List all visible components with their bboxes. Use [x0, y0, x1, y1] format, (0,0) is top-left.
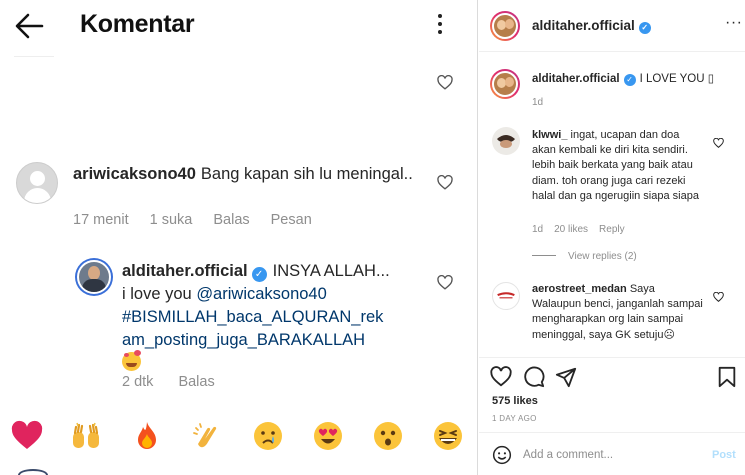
- raising-hands-icon[interactable]: [70, 420, 102, 452]
- like-heart-icon[interactable]: [437, 275, 453, 290]
- emoji-reaction-bar: [0, 406, 477, 466]
- caption: alditaher.official ✓ I LOVE YOU ▯: [532, 72, 732, 86]
- message-button[interactable]: Pesan: [271, 212, 312, 228]
- comment-text: klwwi_ ingat, ucapan dan doa akan kembal…: [532, 128, 704, 204]
- likes-count[interactable]: 575 likes: [492, 395, 538, 407]
- caption-time: 1d: [532, 97, 544, 108]
- post-author-name[interactable]: alditaher.official: [532, 18, 635, 33]
- smiling-face-with-hearts-icon: [122, 350, 141, 371]
- view-replies-label[interactable]: View replies (2): [568, 251, 637, 262]
- comments-screen: Komentar ariwicaksono40 Bang kapan sih lu…: [0, 0, 478, 475]
- crying-face-icon[interactable]: [252, 420, 284, 452]
- divider: [479, 357, 745, 358]
- divider: [479, 432, 745, 433]
- heart-eyes-face-icon[interactable]: [312, 420, 344, 452]
- avatar[interactable]: [492, 127, 520, 155]
- verified-badge-icon: ✓: [638, 22, 651, 34]
- emoji-smile-icon[interactable]: [492, 445, 512, 465]
- share-plane-icon[interactable]: [555, 366, 577, 388]
- red-heart-icon[interactable]: [11, 420, 43, 452]
- comment-time: 2 dtk: [122, 374, 154, 390]
- avatar[interactable]: [492, 282, 520, 310]
- avatar: [18, 469, 48, 475]
- avatar[interactable]: [75, 258, 113, 296]
- clapping-hands-icon[interactable]: [191, 420, 223, 452]
- post-author[interactable]: alditaher.official ✓: [532, 18, 651, 34]
- comment-body: Bang kapan sih lu meningal..: [200, 165, 413, 183]
- comment-username[interactable]: klwwi_: [532, 129, 567, 141]
- comment-meta: 17 menit 1 suka Balas Pesan: [73, 212, 333, 228]
- comment-likes[interactable]: 20 likes: [554, 224, 588, 235]
- comment-username[interactable]: ariwicaksono40: [73, 165, 196, 183]
- more-options-icon[interactable]: ···: [725, 15, 742, 31]
- like-heart-icon[interactable]: [490, 366, 512, 388]
- caption-username[interactable]: alditaher.official: [532, 73, 620, 85]
- comment-likes[interactable]: 1 suka: [150, 212, 193, 228]
- view-replies-button[interactable]: View replies (2): [532, 251, 637, 262]
- comment-time: 17 menit: [73, 212, 129, 228]
- mention-link[interactable]: @ariwicaksono40: [196, 285, 326, 303]
- caption-text: I LOVE YOU ▯: [639, 73, 715, 85]
- comment-body-intro: INSYA ALLAH...: [272, 262, 390, 280]
- comments-header: Komentar: [0, 0, 477, 52]
- hashtag-link-continued[interactable]: am_posting_juga_BARAKALLAH: [122, 331, 365, 349]
- grinning-squinting-face-icon[interactable]: [432, 420, 464, 452]
- like-heart-icon[interactable]: [713, 289, 724, 302]
- avatar[interactable]: [16, 162, 58, 204]
- avatar[interactable]: [490, 69, 520, 99]
- reply-button[interactable]: Reply: [599, 224, 625, 235]
- page-title: Komentar: [80, 10, 195, 38]
- divider: [14, 56, 54, 57]
- reply-button[interactable]: Balas: [213, 212, 249, 228]
- comment-body-love: i love you: [122, 285, 192, 303]
- avatar[interactable]: [490, 11, 520, 41]
- post-date: 1 DAY AGO: [492, 414, 537, 423]
- comment-time: 1d: [532, 224, 544, 235]
- comment-text: alditaher.official ✓ INSYA ALLAH... i love…: [122, 260, 422, 375]
- comment-meta: 2 dtk Balas: [122, 374, 236, 390]
- post-button[interactable]: Post: [712, 449, 736, 461]
- post-header: alditaher.official ✓ ···: [479, 0, 745, 52]
- post-sidebar: alditaher.official ✓ ··· alditaher.offici…: [479, 0, 745, 475]
- comment-text: ariwicaksono40 Bang kapan sih lu meningal…: [73, 162, 413, 186]
- hashtag-link[interactable]: #BISMILLAH_baca_ALQURAN_rek: [122, 308, 383, 326]
- like-heart-icon[interactable]: [437, 75, 453, 90]
- comment-username[interactable]: aerostreet_medan: [532, 283, 627, 295]
- more-options-icon[interactable]: [432, 12, 448, 38]
- reply-button[interactable]: Balas: [178, 374, 214, 390]
- back-arrow-icon[interactable]: [14, 12, 44, 40]
- add-comment-input[interactable]: [523, 444, 703, 466]
- comment-bubble-icon[interactable]: [523, 366, 545, 388]
- like-heart-icon[interactable]: [437, 175, 453, 190]
- verified-badge-icon: ✓: [251, 267, 267, 282]
- astonished-face-icon[interactable]: [372, 420, 404, 452]
- verified-badge-icon: ✓: [623, 74, 636, 86]
- comment-meta: 1d 20 likes Reply: [532, 224, 636, 235]
- comment-username[interactable]: alditaher.official: [122, 262, 248, 280]
- comment-text: aerostreet_medan Saya Walaupun benci, ja…: [532, 282, 704, 343]
- save-bookmark-icon[interactable]: [716, 366, 738, 388]
- fire-icon[interactable]: [131, 420, 163, 452]
- like-heart-icon[interactable]: [713, 135, 724, 148]
